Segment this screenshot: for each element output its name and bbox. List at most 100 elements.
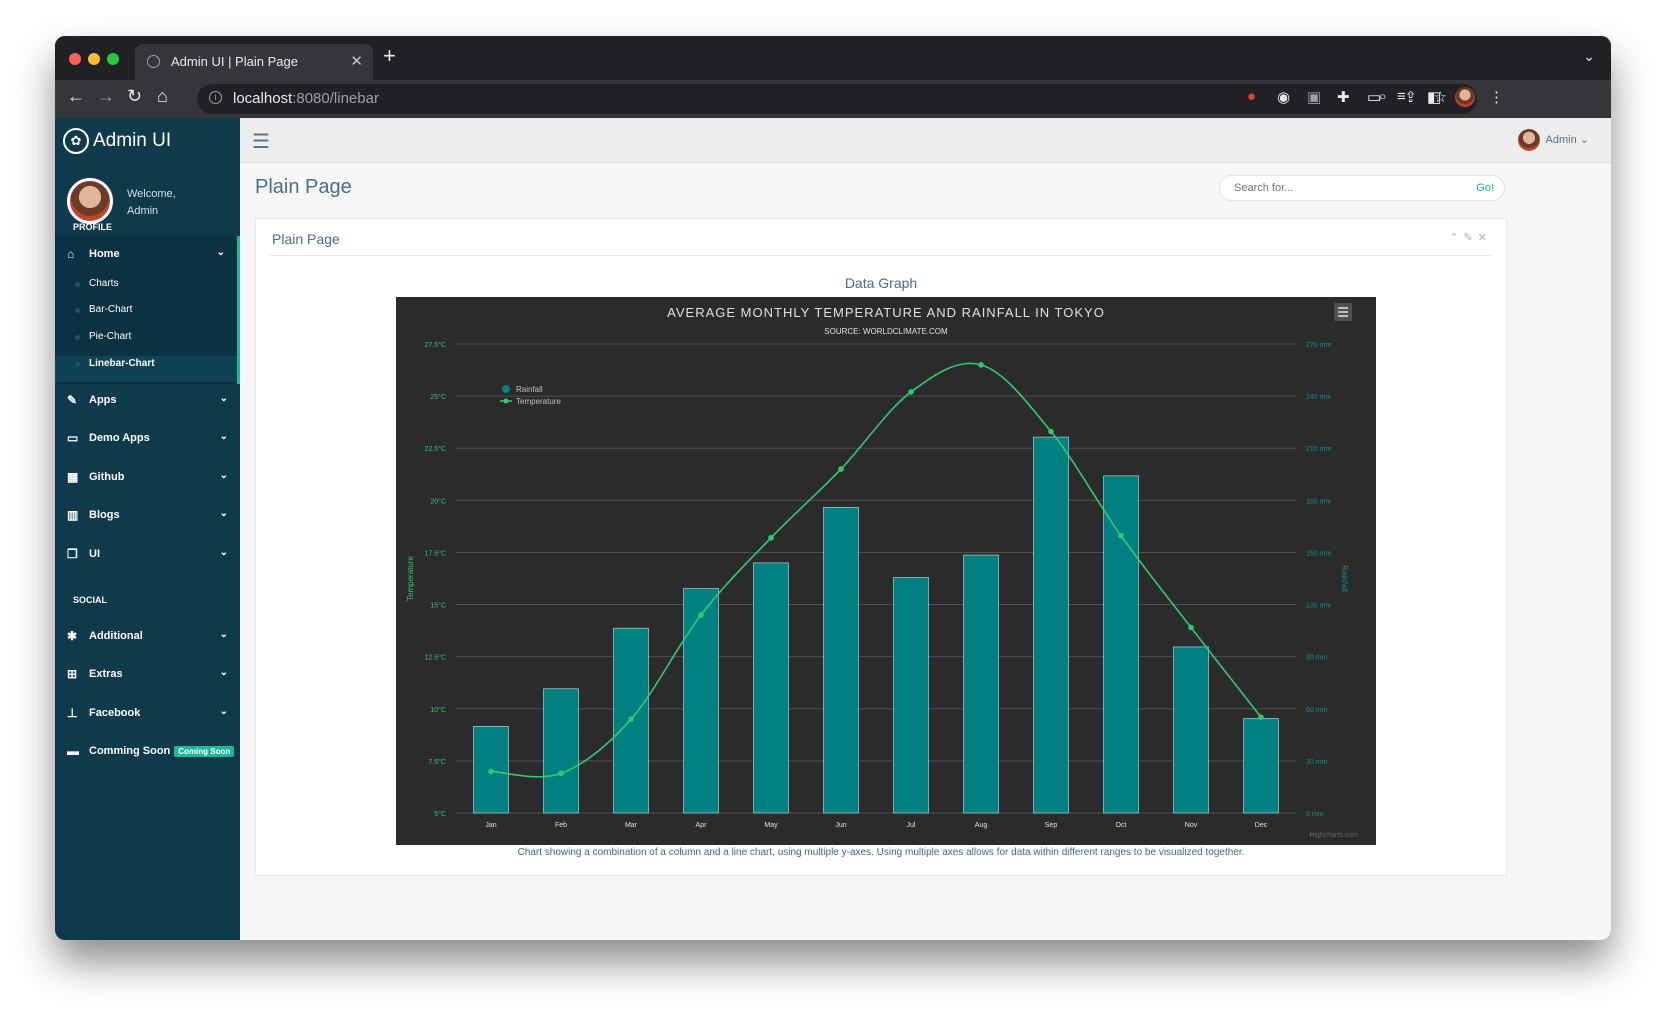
extension-circle-icon[interactable]: ◉ [1277,88,1290,106]
sidebar-item-github[interactable]: ▦ Github ⌄ [55,459,240,497]
sidebar-item-facebook[interactable]: ⊥ Facebook ⌄ [55,695,240,733]
search-input[interactable] [1232,181,1456,195]
y-left-tick-label: 10°C [430,706,446,714]
menu-toggle-icon[interactable]: ☰ [252,129,270,154]
sidebar-item-ui[interactable]: ❐ UI ⌄ [55,536,240,574]
sub-item-linebar-chart[interactable]: Linebar-Chart [89,358,155,369]
rainfall-bar [823,506,859,814]
extension-box-icon[interactable]: ▣ [1307,88,1321,106]
url-text: localhost:8080/linebar [233,90,379,107]
sidebar-item-demo-apps[interactable]: ▭ Demo Apps ⌄ [55,420,240,458]
bullet-icon [75,362,80,367]
temperature-point [1258,714,1264,720]
media-icon[interactable]: ≡ [1397,88,1406,105]
x-tick-label: Jul [907,822,916,829]
sidebar-item-label: UI [89,548,100,560]
user-name: Admin [1545,133,1577,146]
chevron-down-icon: ⌄ [219,470,228,481]
paw-icon: ✿ [63,128,89,154]
x-tick-label: Jun [835,822,846,829]
edit-icon: ✎ [67,393,78,407]
sidebar-item-apps[interactable]: ✎ Apps ⌄ [55,382,240,420]
sub-item-charts[interactable]: Charts [89,278,118,289]
rainfall-bar [893,577,929,814]
y-right-tick-label: 90 mm [1306,655,1328,662]
chart-legend[interactable]: Rainfall Temperature [500,385,561,406]
profile-avatar [67,178,113,224]
panel-title: Plain Page [272,231,340,247]
app-root: ✿ Admin UI Welcome, Admin PROFILE ⌂ Home ⌄… [55,118,1611,940]
chevron-down-icon: ⌄ [219,508,228,519]
chart-credits[interactable]: Highcharts.com [1309,832,1358,839]
temperature-point [1188,624,1194,631]
sidebar-item-blogs[interactable]: ▥ Blogs ⌄ [55,497,240,535]
x-tick-label: May [764,822,778,829]
browser-tab[interactable]: Admin UI | Plain Page ✕ [135,44,373,80]
user-menu[interactable]: Admin ⌄ [1517,129,1589,151]
extension-shield-icon[interactable]: ● [1247,88,1256,105]
back-icon[interactable]: ← [67,86,85,107]
bullet-icon [75,282,80,287]
y-left-tick-label: 17.5°C [425,549,446,557]
x-tick-label: Oct [1116,822,1127,829]
sidebar-item-label: Facebook [89,707,141,719]
sidebar-item-additional[interactable]: ✱ Additional ⌄ [55,618,240,656]
sidebar: ✿ Admin UI Welcome, Admin PROFILE ⌂ Home ⌄… [55,118,240,940]
sub-item-bar-chart[interactable]: Bar-Chart [89,304,132,315]
x-tick-label: Apr [696,822,708,829]
home-icon[interactable]: ⌂ [157,86,168,107]
sidebar-item-coming-soon[interactable]: ▬ Comming Soon Coming Soon [55,733,245,771]
minimize-window-button[interactable] [88,53,100,65]
tab-search-chevron-icon[interactable]: ⌄ [1583,48,1595,65]
browser-menu-icon[interactable]: ⋮ [1489,88,1504,106]
y-left-tick-label: 25°C [430,393,446,401]
y-left-tick-label: 12.5°C [425,654,446,662]
sidebar-item-extras[interactable]: ⊞ Extras ⌄ [55,656,240,694]
y-left-tick-label: 20°C [430,497,446,505]
chevron-down-icon: ⌄ [219,431,228,442]
temperature-point [978,362,984,368]
legend-temperature-label: Temperature [516,397,561,406]
wrench-icon[interactable]: ✎ [1464,232,1478,244]
search-go-button[interactable]: Go! [1476,182,1494,194]
table-icon: ▦ [67,470,79,484]
chart-container: AVERAGE MONTHLY TEMPERATURE AND RAINFALL… [396,297,1376,845]
legend-temperature-swatch [503,398,509,404]
legend-rainfall-label: Rainfall [516,385,543,394]
extensions-puzzle-icon[interactable]: ✚ [1337,88,1350,106]
temperature-point [558,770,564,777]
forward-icon[interactable]: → [97,86,115,107]
reload-icon[interactable]: ↻ [127,86,142,107]
laptop-icon: ▬ [67,744,79,758]
y-right-tick-label: 30 mm [1306,759,1328,766]
profile-avatar-icon[interactable] [1455,87,1475,107]
x-tick-label: Feb [555,822,567,829]
chart-menu-icon[interactable] [1334,303,1352,321]
coming-soon-badge: Coming Soon [174,745,235,757]
maximize-window-button[interactable] [107,53,119,65]
bug-icon: ✱ [67,629,78,643]
close-window-button[interactable] [69,53,81,65]
rainfall-bar [683,588,719,814]
welcome-text: Welcome, Admin [127,186,176,220]
side-panel-icon[interactable]: ◧ [1427,88,1441,106]
new-tab-button[interactable]: + [383,43,396,69]
temperature-point [698,612,704,618]
y-left-tick-label: 27.5°C [425,341,446,349]
y-right-tick-label: 0 mm [1306,811,1324,818]
close-tab-icon[interactable]: ✕ [350,52,363,70]
close-icon[interactable]: ✕ [1478,232,1492,244]
desktop-icon: ▭ [67,431,79,445]
url-path: :8080/linebar [292,90,379,107]
brand[interactable]: ✿ Admin UI [63,128,171,154]
url-host: localhost [233,90,293,107]
share-icon[interactable]: ⇪ [1404,88,1417,106]
sub-item-pie-chart[interactable]: Pie-Chart [89,331,131,342]
x-tick-label: Sep [1045,822,1058,829]
cast-icon[interactable]: ▭ [1367,88,1381,106]
collapse-icon[interactable]: ⌃ [1449,232,1463,244]
chevron-down-icon: ⌄ [219,667,228,678]
site-info-icon[interactable]: i [209,91,222,104]
chevron-down-icon: ⌄ [219,547,228,558]
profile-label: PROFILE [73,222,113,232]
